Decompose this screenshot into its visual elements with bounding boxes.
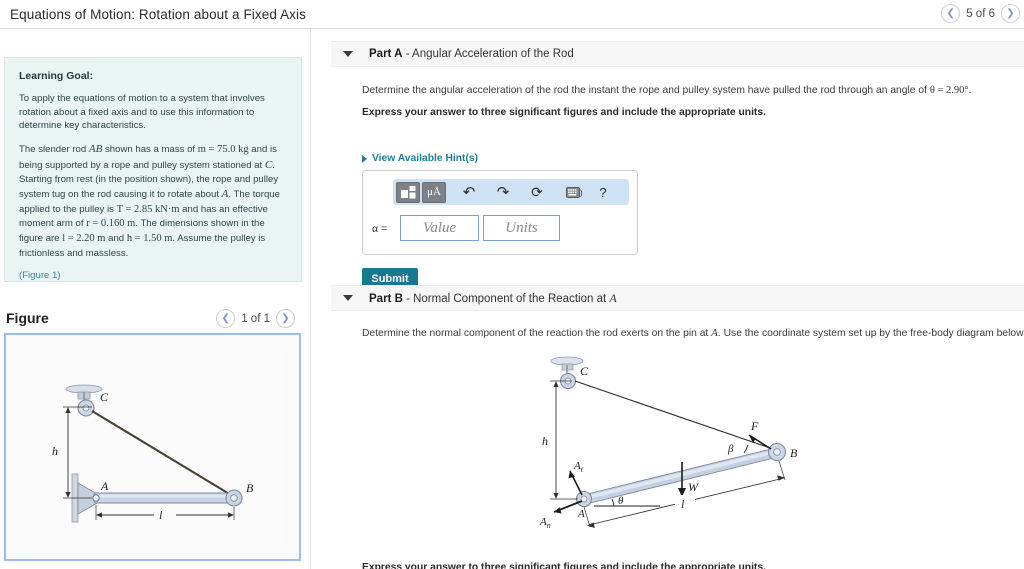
text-frag: The slender rod (19, 143, 89, 155)
redo-glyph: ↷ (496, 184, 510, 201)
figure-title: Figure (6, 310, 49, 326)
units-input[interactable]: Units (483, 215, 560, 241)
figure-1-link[interactable]: (Figure 1) (19, 270, 287, 281)
figure-label-h: h (52, 444, 58, 458)
part-a-subtitle: Angular Acceleration of the Rod (412, 48, 574, 60)
chevron-left-icon[interactable]: ❮ (941, 4, 961, 23)
reset-glyph: ⟳ (531, 183, 543, 200)
figure-page-indicator: 1 of 1 (241, 312, 270, 325)
part-b-label: Part B (369, 292, 403, 305)
top-pagination: ❮ 5 of 6 ❯ (941, 4, 1020, 23)
fbd-label-W: W (688, 480, 699, 494)
units-glyph: μÅ (427, 186, 441, 198)
reset-circular-arrow-icon[interactable]: ⟳ (526, 182, 548, 203)
figure-pagination: ❮ 1 of 1 ❯ (216, 309, 295, 328)
page-indicator: 5 of 6 (966, 7, 995, 20)
fbd-label-C: C (580, 364, 589, 378)
value-input[interactable]: Value (400, 215, 479, 241)
part-b-header[interactable]: Part B - Normal Component of the Reactio… (331, 285, 1024, 311)
fbd-label-B: B (790, 446, 798, 460)
text-frag: Determine the normal component of the re… (362, 328, 712, 339)
learning-goal-box: Learning Goal: To apply the equations of… (4, 57, 302, 282)
learning-goal-heading: Learning Goal: (19, 70, 94, 82)
part-b-instruction: Express your answer to three significant… (362, 562, 766, 569)
answer-symbol-label: α = (372, 223, 388, 235)
part-b-dash: - (402, 292, 414, 305)
part-a-label: Part A (369, 48, 403, 60)
assignment-title: Equations of Motion: Rotation about a Fi… (10, 7, 306, 22)
chevron-left-icon[interactable]: ❮ (216, 309, 236, 328)
top-bar: Equations of Motion: Rotation about a Fi… (0, 0, 1024, 29)
figure-image-frame[interactable]: C B A h l (4, 333, 301, 561)
math-template-icon[interactable] (396, 181, 420, 203)
left-panel: Learning Goal: To apply the equations of… (0, 29, 311, 569)
part-a-hints-link[interactable]: View Available Hint(s) (362, 153, 478, 164)
free-body-diagram: C B A At An θ W F β h l (532, 349, 852, 554)
svg-text:): ) (580, 188, 583, 197)
figure-header: Figure ❮ 1 of 1 ❯ (6, 307, 300, 333)
figure-1-diagram: C B A h l (6, 335, 299, 559)
part-b-subtitle: Normal Component of the Reaction at (413, 292, 610, 305)
part-a-title: Part A - Angular Acceleration of the Rod (369, 48, 574, 60)
chevron-right-icon[interactable]: ❯ (1001, 4, 1020, 23)
undo-glyph: ↶ (462, 184, 476, 201)
figure-label-C: C (100, 390, 109, 404)
part-a-dash: - (402, 48, 413, 60)
fbd-label-A: A (577, 508, 585, 520)
part-a-instruction: Express your answer to three significant… (362, 107, 766, 118)
part-a-answer-widget: μÅ ↶ ↷ ⟳ ) ? α = Value Units (362, 170, 638, 255)
value-length: l = 2.20 m (62, 233, 106, 245)
symbol-rod-ab: AB (88, 142, 103, 155)
part-a-question: Determine the angular acceleration of th… (362, 84, 972, 99)
part-b-title: Part B - Normal Component of the Reactio… (369, 291, 617, 306)
caret-right-icon (362, 154, 367, 163)
fbd-label-F: F (750, 419, 759, 433)
symbol-point-a: A (711, 327, 718, 339)
keyboard-icon[interactable]: ) (560, 182, 590, 203)
figure-label-B: B (246, 481, 254, 495)
caret-down-icon[interactable] (343, 295, 353, 301)
text-frag: . Use the coordinate system set up by th… (717, 328, 1024, 339)
redo-arrow-icon[interactable]: ↷ (492, 182, 514, 203)
value-mass: m = 75.0 kg (197, 143, 249, 155)
free-body-diagram-container: C B A At An θ W F β h l (532, 349, 852, 554)
value-height: h = 1.50 m (126, 233, 173, 245)
text-frag: Determine the angular acceleration of th… (362, 85, 930, 96)
value-torque: T = 2.85 kN·m (116, 203, 180, 215)
part-b-question: Determine the normal component of the re… (362, 326, 1024, 341)
figure-label-A: A (100, 479, 109, 493)
fbd-label-h: h (542, 434, 548, 448)
math-editor-toolbar: μÅ ↶ ↷ ⟳ ) ? (393, 179, 629, 205)
hints-label: View Available Hint(s) (372, 153, 479, 164)
learning-goal-paragraph-1: To apply the equations of motion to a sy… (19, 93, 265, 132)
fbd-label-theta: θ (618, 495, 624, 507)
undo-arrow-icon[interactable]: ↶ (458, 182, 480, 203)
fbd-label-beta: β (727, 443, 734, 455)
question-mark-help-icon[interactable]: ? (592, 182, 614, 203)
text-frag: shown has a mass of (102, 143, 198, 155)
micro-angstrom-units-icon[interactable]: μÅ (422, 181, 446, 203)
value-theta: θ = 2.90° (929, 85, 969, 96)
caret-down-icon[interactable] (343, 51, 353, 57)
learning-goal-paragraph-2: The slender rod AB shown has a mass of m… (19, 142, 287, 261)
part-a-header[interactable]: Part A - Angular Acceleration of the Rod (331, 41, 1024, 67)
text-frag: . (968, 85, 972, 96)
text-frag: and (105, 233, 127, 245)
chevron-right-icon[interactable]: ❯ (276, 309, 295, 328)
value-moment-arm: r = 0.160 m (86, 218, 136, 230)
right-panel: Part A - Angular Acceleration of the Rod… (312, 29, 1024, 569)
help-glyph: ? (599, 184, 607, 200)
symbol-point-a: A (609, 290, 617, 305)
